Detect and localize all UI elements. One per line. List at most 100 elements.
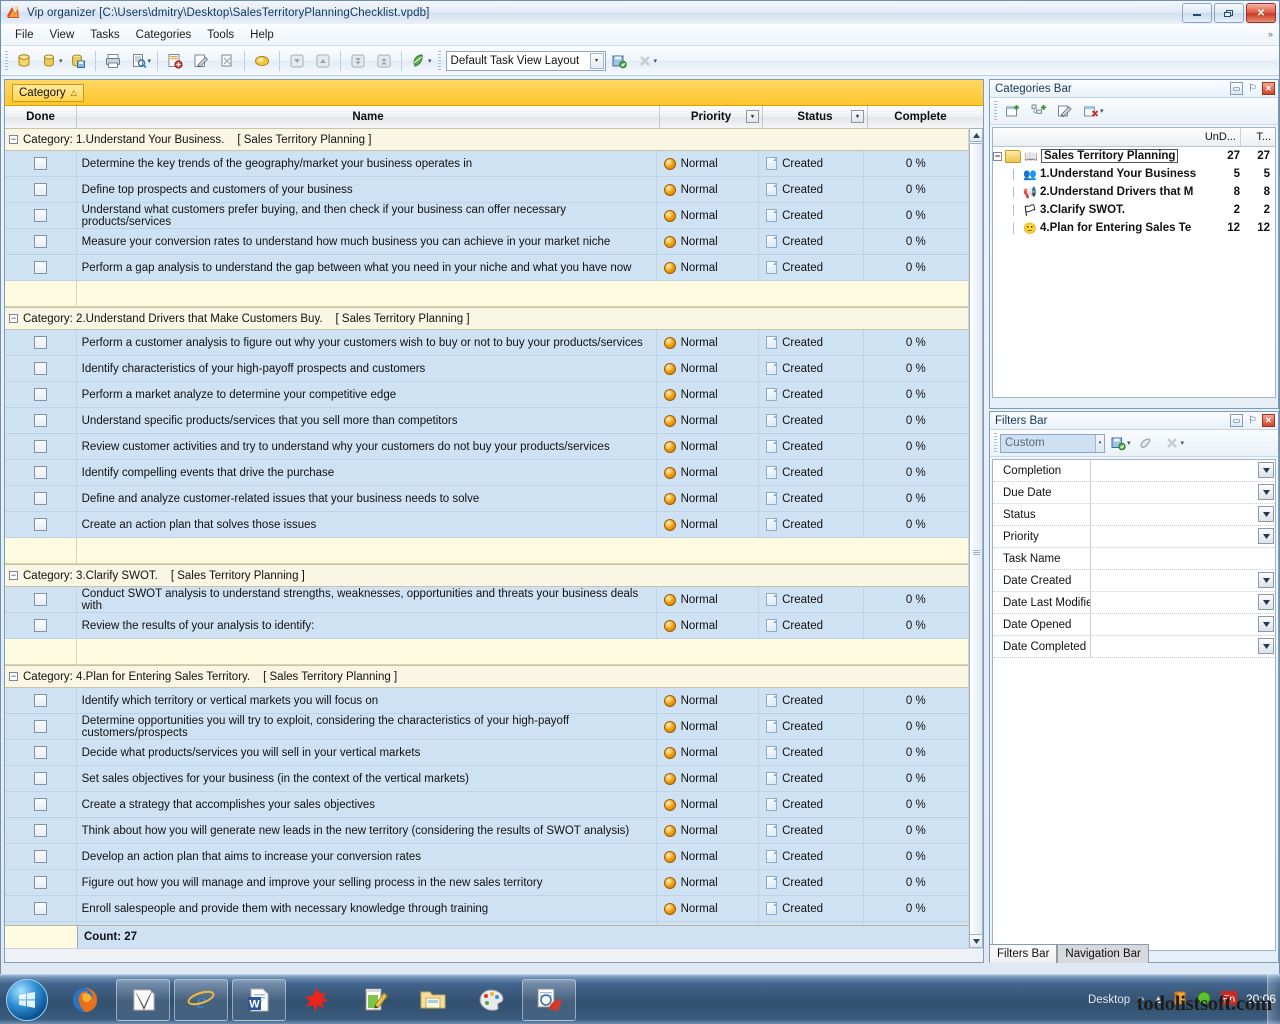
task-done-checkbox[interactable] <box>34 824 47 837</box>
filter-row-value[interactable] <box>1091 548 1275 569</box>
task-priority-cell[interactable]: Normal <box>657 740 760 765</box>
task-done-cell[interactable] <box>5 356 77 381</box>
task-row[interactable]: Understand what customers prefer buying,… <box>5 203 968 229</box>
grid-vertical-scrollbar[interactable] <box>968 128 983 948</box>
task-done-cell[interactable] <box>5 151 77 176</box>
filter-row[interactable]: Date Opened <box>993 614 1275 636</box>
scroll-down-button[interactable] <box>969 934 983 948</box>
taskbar-paint-icon[interactable] <box>464 979 518 1021</box>
task-done-checkbox[interactable] <box>34 388 47 401</box>
group-expander-icon[interactable]: − <box>9 571 18 580</box>
task-done-cell[interactable] <box>5 688 77 713</box>
task-done-cell[interactable] <box>5 870 77 895</box>
save-database-icon[interactable] <box>65 48 91 74</box>
task-done-checkbox[interactable] <box>34 440 47 453</box>
task-done-checkbox[interactable] <box>34 336 47 349</box>
filter-dropdown-icon[interactable] <box>1258 484 1274 500</box>
task-complete-cell[interactable]: 0 % <box>864 203 968 228</box>
task-complete-cell[interactable]: 0 % <box>864 870 968 895</box>
task-done-checkbox[interactable] <box>34 466 47 479</box>
minimize-button[interactable] <box>1182 3 1212 23</box>
menu-overflow-caret[interactable]: » <box>1268 29 1273 39</box>
task-name-cell[interactable]: Identify characteristics of your high-pa… <box>77 356 657 381</box>
task-row[interactable]: Create a strategy that accomplishes your… <box>5 792 968 818</box>
task-row[interactable]: Measure your conversion rates to underst… <box>5 229 968 255</box>
group-expander-icon[interactable]: − <box>9 314 18 323</box>
category-tree-row[interactable]: │👥1.Understand Your Business55 <box>993 165 1275 183</box>
task-row[interactable]: Conduct SWOT analysis to understand stre… <box>5 587 968 613</box>
task-name-cell[interactable]: Understand what customers prefer buying,… <box>77 203 657 228</box>
add-subcategory-icon[interactable] <box>1026 98 1052 124</box>
task-status-cell[interactable]: Created <box>759 434 863 459</box>
categories-toolbar-grip[interactable] <box>994 101 997 121</box>
priority-filter-icon[interactable]: ▾ <box>746 110 759 123</box>
task-done-cell[interactable] <box>5 896 77 921</box>
task-priority-cell[interactable]: Normal <box>657 587 760 612</box>
task-name-cell[interactable]: Determine opportunities you will try to … <box>77 714 657 739</box>
task-status-cell[interactable]: Created <box>759 382 863 407</box>
group-header-row[interactable]: −Category: 1.Understand Your Business.[ … <box>5 128 968 151</box>
task-row[interactable]: Perform a market analyze to determine yo… <box>5 382 968 408</box>
task-status-cell[interactable]: Created <box>759 177 863 202</box>
taskbar-internet-explorer-icon[interactable]: e <box>174 979 228 1021</box>
task-name-cell[interactable]: Create an action plan that solves those … <box>77 512 657 537</box>
task-complete-cell[interactable]: 0 % <box>864 896 968 921</box>
task-done-cell[interactable] <box>5 613 77 638</box>
edit-task-icon[interactable] <box>188 48 214 74</box>
task-done-cell[interactable] <box>5 255 77 280</box>
task-row[interactable]: Define and analyze customer-related issu… <box>5 486 968 512</box>
filter-row-value[interactable] <box>1091 636 1275 657</box>
task-complete-cell[interactable]: 0 % <box>864 408 968 433</box>
filter-row[interactable]: Status <box>993 504 1275 526</box>
task-complete-cell[interactable]: 0 % <box>864 460 968 485</box>
categories-tree-header-undone[interactable]: UnD... <box>1201 128 1241 146</box>
tab-navigation-bar[interactable]: Navigation Bar <box>1057 944 1148 963</box>
task-name-cell[interactable]: Think about how you will generate new le… <box>77 818 657 843</box>
taskbar-firefox-icon[interactable] <box>58 979 112 1021</box>
task-complete-cell[interactable]: 0 % <box>864 792 968 817</box>
task-done-cell[interactable] <box>5 740 77 765</box>
clear-filter-icon[interactable] <box>1133 430 1159 456</box>
task-complete-cell[interactable]: 0 % <box>864 151 968 176</box>
task-done-cell[interactable] <box>5 330 77 355</box>
task-priority-cell[interactable]: Normal <box>657 792 760 817</box>
delete-task-icon[interactable] <box>214 48 240 74</box>
task-complete-cell[interactable]: 0 % <box>864 229 968 254</box>
task-priority-cell[interactable]: Normal <box>657 844 760 869</box>
filter-preset-arrow[interactable]: ▾ <box>1095 435 1104 452</box>
task-name-cell[interactable]: Define and analyze customer-related issu… <box>77 486 657 511</box>
filter-row[interactable]: Task Name <box>993 548 1275 570</box>
task-status-cell[interactable]: Created <box>759 151 863 176</box>
task-done-cell[interactable] <box>5 177 77 202</box>
task-row[interactable]: Develop an action plan that aims to incr… <box>5 844 968 870</box>
maximize-button[interactable] <box>1214 3 1244 23</box>
task-complete-cell[interactable]: 0 % <box>864 356 968 381</box>
task-priority-cell[interactable]: Normal <box>657 714 760 739</box>
taskbar-notepad-icon[interactable] <box>348 979 402 1021</box>
task-row[interactable]: Enroll salespeople and provide them with… <box>5 896 968 922</box>
task-name-cell[interactable]: Understand specific products/services th… <box>77 408 657 433</box>
task-status-cell[interactable]: Created <box>759 408 863 433</box>
tab-filters-bar[interactable]: Filters Bar <box>989 944 1057 963</box>
scroll-up-button[interactable] <box>969 128 983 142</box>
task-complete-cell[interactable]: 0 % <box>864 688 968 713</box>
task-priority-cell[interactable]: Normal <box>657 766 760 791</box>
task-complete-cell[interactable]: 0 % <box>864 512 968 537</box>
task-name-cell[interactable]: Conduct SWOT analysis to understand stre… <box>77 587 657 612</box>
task-complete-cell[interactable]: 0 % <box>864 766 968 791</box>
task-complete-cell[interactable]: 0 % <box>864 844 968 869</box>
task-done-checkbox[interactable] <box>34 209 47 222</box>
task-done-cell[interactable] <box>5 587 77 612</box>
task-done-checkbox[interactable] <box>34 414 47 427</box>
task-done-checkbox[interactable] <box>34 492 47 505</box>
task-status-cell[interactable]: Created <box>759 870 863 895</box>
delete-filter-icon[interactable] <box>1159 430 1185 456</box>
filters-pin-icon[interactable]: ⚐ <box>1246 414 1259 427</box>
filter-row-value[interactable] <box>1091 614 1275 635</box>
task-done-checkbox[interactable] <box>34 850 47 863</box>
task-status-cell[interactable]: Created <box>759 512 863 537</box>
category-tree-row[interactable]: │📢2.Understand Drivers that M88 <box>993 183 1275 201</box>
menu-item-tasks[interactable]: Tasks <box>82 27 127 43</box>
task-status-cell[interactable]: Created <box>759 896 863 921</box>
task-priority-cell[interactable]: Normal <box>657 512 760 537</box>
